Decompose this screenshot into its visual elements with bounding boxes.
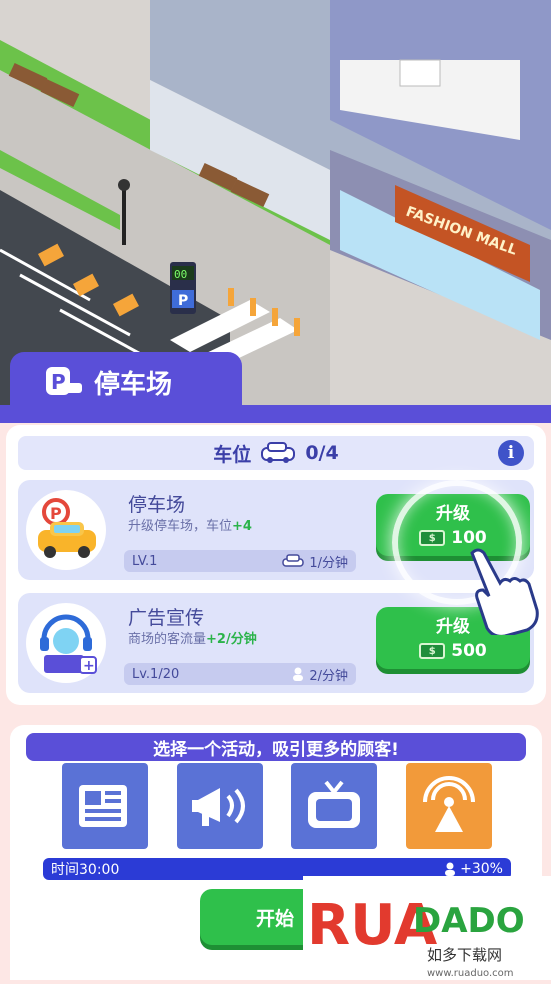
- parking-car-icon: P: [26, 490, 106, 570]
- watermark-url: www.ruaduo.com: [427, 968, 514, 979]
- svg-text:P: P: [50, 504, 62, 523]
- upgrade-cost: 500: [451, 641, 487, 661]
- newspaper-icon: [79, 785, 127, 827]
- advertising-upgrade-card: + 广告宣传 商场的客流量+2/分钟 Lv.1/20 2/分钟 升级 $ 500: [18, 593, 534, 693]
- level-label: LV.1: [132, 553, 158, 569]
- activity-title: 选择一个活动，吸引更多的顾客!: [26, 733, 526, 761]
- cash-icon: $: [419, 643, 446, 659]
- activity-time: 时间30:00: [51, 862, 120, 878]
- svg-text:00: 00: [174, 268, 187, 281]
- card-description: 商场的客流量+2/分钟: [128, 632, 257, 647]
- tutorial-hand-pointer-icon: [470, 548, 539, 635]
- television-icon: [308, 780, 360, 828]
- svg-text:P: P: [178, 293, 188, 309]
- card-stat-bar: LV.1 1/分钟: [124, 550, 356, 572]
- parking-upgrade-card: P 停车场 升级停车场，车位+4 LV.1 1/分钟 升级 $ 100: [18, 480, 534, 580]
- activity-radio-broadcast-button[interactable]: [406, 763, 492, 849]
- mall-scene-art: FASHION MALL 00 P: [0, 0, 551, 410]
- card-title: 广告宣传: [128, 607, 205, 629]
- watermark-logo: RUA DADO 如多下载网 www.ruaduo.com: [303, 876, 551, 980]
- megaphone-icon: [192, 788, 245, 826]
- person-icon: [445, 862, 456, 876]
- svg-text:+: +: [83, 658, 95, 674]
- game-scene[interactable]: FASHION MALL 00 P: [0, 0, 551, 410]
- activity-bonus: +30%: [460, 861, 503, 877]
- activity-megaphone-button[interactable]: [177, 763, 263, 849]
- rate-label: 2/分钟: [309, 668, 348, 684]
- advertising-headset-icon: +: [26, 603, 106, 683]
- person-icon: [293, 667, 304, 681]
- parking-lot-icon: P: [46, 367, 82, 395]
- level-label: Lv.1/20: [132, 666, 180, 682]
- parking-lot-tab: P 停车场: [10, 352, 242, 412]
- header-band: [0, 405, 551, 423]
- slots-value: 0/4: [305, 442, 339, 464]
- card-title: 停车场: [128, 494, 186, 516]
- card-stat-bar: Lv.1/20 2/分钟: [124, 663, 356, 685]
- activity-television-button[interactable]: [291, 763, 377, 849]
- parking-slots-bar: 车位 0/4 i: [18, 436, 534, 470]
- slots-label: 车位: [213, 443, 252, 466]
- rate-label: 1/分钟: [309, 555, 348, 571]
- radio-broadcast-icon: [423, 776, 475, 832]
- cash-icon: $: [419, 530, 446, 546]
- activity-newspaper-button[interactable]: [62, 763, 148, 849]
- card-description: 升级停车场，车位+4: [128, 519, 252, 534]
- watermark-tagline: 如多下载网: [427, 946, 502, 964]
- svg-text:DADO: DADO: [413, 901, 525, 941]
- car-icon: [282, 554, 305, 567]
- page-title: 停车场: [94, 369, 173, 400]
- car-slot-icon: [261, 442, 296, 463]
- info-icon[interactable]: i: [498, 440, 524, 466]
